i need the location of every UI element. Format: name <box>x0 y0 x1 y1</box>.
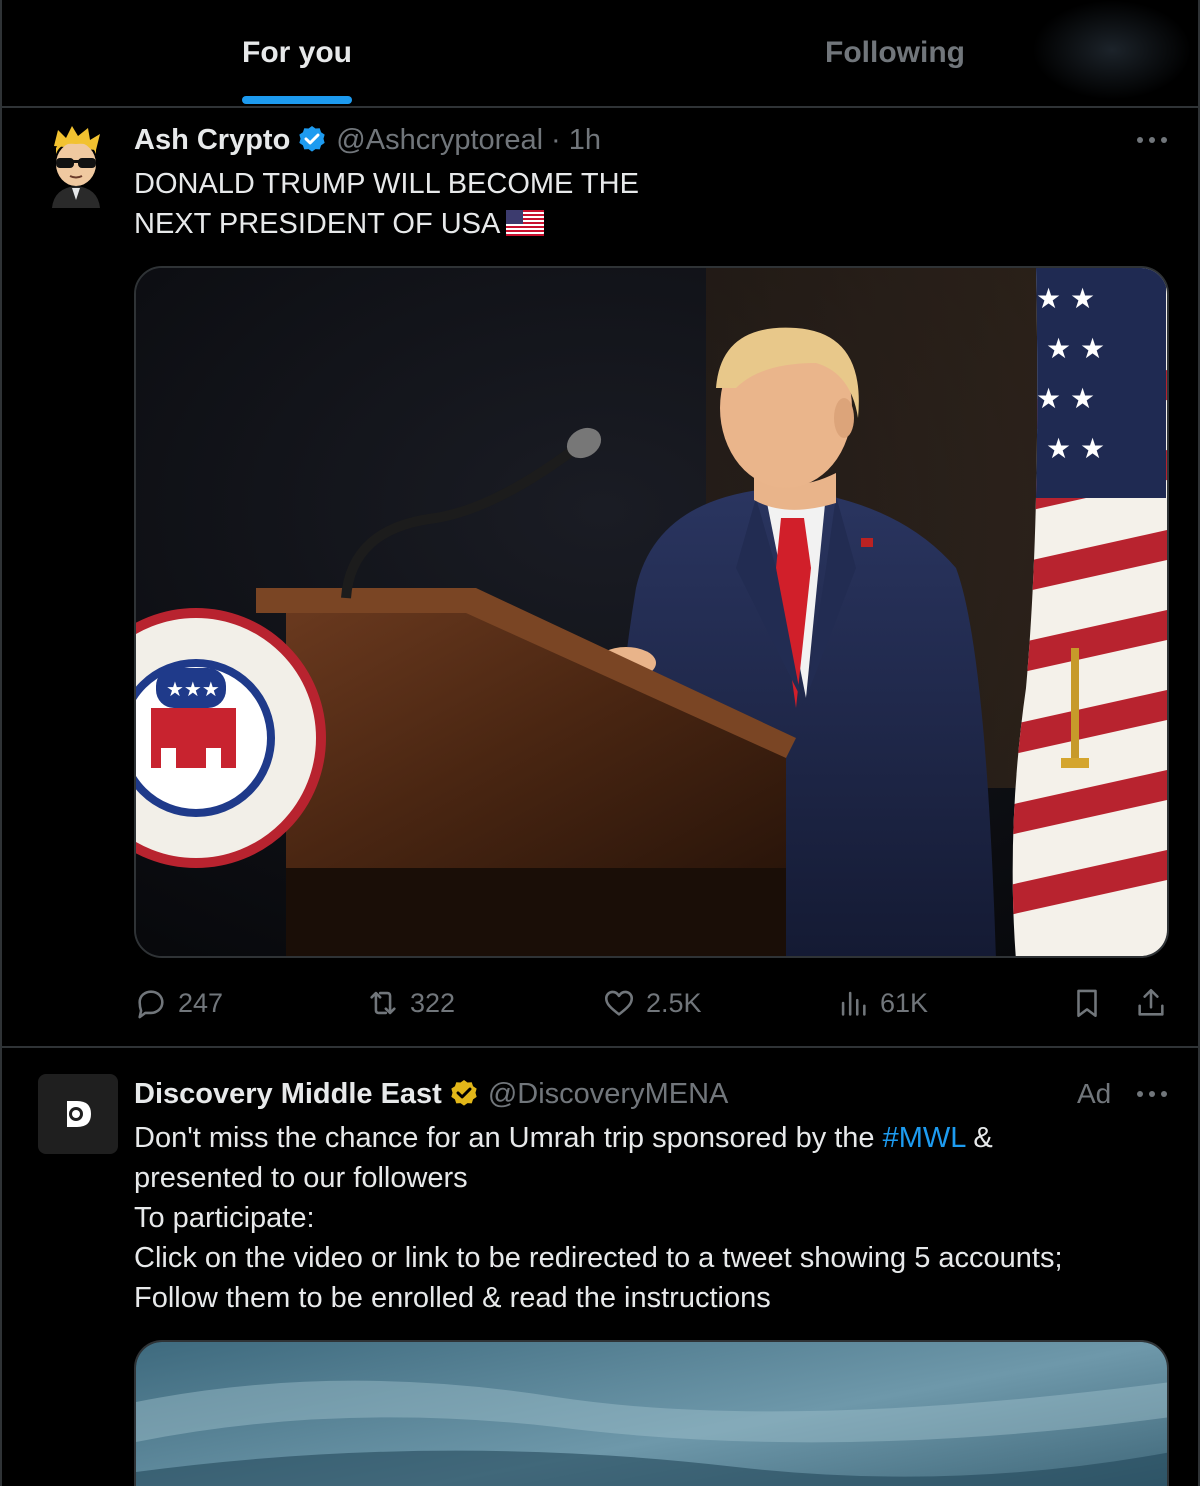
timeline-column: For you Following Ash Crypto @Ashcryptor… <box>0 0 1200 1486</box>
tweet-text-line: DONALD TRUMP WILL BECOME THE <box>134 168 639 200</box>
svg-text:★ ★: ★ ★ <box>1046 432 1105 465</box>
views-button[interactable]: 61K <box>836 981 928 1025</box>
repost-icon <box>370 991 396 1015</box>
sky-video-thumbnail <box>136 1342 1167 1486</box>
tweet-text-segment: NEXT PRESIDENT OF USA <box>134 208 501 240</box>
like-count: 2.5K <box>646 987 702 1018</box>
hashtag-link[interactable]: #MWL <box>883 1122 966 1154</box>
reply-count: 247 <box>178 987 224 1018</box>
tweet-photo[interactable]: ★ ★ ★ ★ ★ ★ ★ ★ ★★★ <box>134 266 1169 958</box>
author-handle[interactable]: @DiscoveryMENA <box>488 1078 729 1111</box>
tweet[interactable]: Ash Crypto @Ashcryptoreal · 1h DONALD TR… <box>2 108 1200 1048</box>
like-button[interactable]: 2.5K <box>602 981 702 1025</box>
tweet-text: Don't miss the chance for an Umrah trip … <box>134 1118 1174 1318</box>
svg-text:★ ★: ★ ★ <box>1046 332 1105 365</box>
share-button[interactable] <box>1134 981 1168 1025</box>
tweet-text-line: Click on the video or link to be redirec… <box>134 1242 1063 1274</box>
reply-icon <box>138 990 164 1019</box>
tweet-header: Discovery Middle East @DiscoveryMENA <box>134 1076 728 1112</box>
tweet-text-line: presented to our followers <box>134 1162 468 1194</box>
author-name[interactable]: Ash Crypto <box>134 124 290 157</box>
discovery-logo-icon <box>67 1101 91 1127</box>
verified-gold-badge-icon[interactable] <box>448 1078 480 1110</box>
tweet-text-segment: & <box>965 1122 993 1154</box>
tweet-video[interactable] <box>134 1340 1169 1486</box>
author-handle[interactable]: @Ashcryptoreal <box>336 124 543 157</box>
bookmark-icon <box>1077 989 1097 1018</box>
more-options-icon[interactable] <box>1132 1080 1172 1108</box>
photo-illustration: ★ ★ ★ ★ ★ ★ ★ ★ ★★★ <box>136 268 1167 956</box>
promoted-tweet[interactable]: Discovery Middle East @DiscoveryMENA Ad … <box>2 1050 1200 1486</box>
repost-count: 322 <box>410 987 456 1018</box>
more-options-icon[interactable] <box>1132 126 1172 154</box>
tweet-text-segment: Don't miss the chance for an Umrah trip … <box>134 1122 883 1154</box>
tweet-text: DONALD TRUMP WILL BECOME THE NEXT PRESID… <box>134 164 1134 244</box>
avatar[interactable] <box>38 1074 118 1154</box>
views-count: 61K <box>880 987 929 1018</box>
svg-text:★ ★: ★ ★ <box>1036 282 1095 315</box>
repost-button[interactable]: 322 <box>366 981 455 1025</box>
svg-text:★★★: ★★★ <box>166 677 220 701</box>
heart-icon <box>604 990 634 1016</box>
ad-label: Ad <box>1077 1078 1112 1109</box>
tweet-header: Ash Crypto @Ashcryptoreal · 1h <box>134 122 601 158</box>
tweet-actions: 247 322 2.5K 61K <box>134 981 1174 1025</box>
share-icon <box>1138 988 1164 1016</box>
timeline-tabs: For you Following <box>2 0 1200 108</box>
tweet-text-line: Follow them to be enrolled & read the in… <box>134 1282 771 1314</box>
tab-for-you[interactable]: For you <box>152 0 442 106</box>
separator-dot: · <box>551 123 561 156</box>
tweet-text-line: Don't miss the chance for an Umrah trip … <box>134 1118 1174 1158</box>
verified-badge-icon[interactable] <box>296 124 328 156</box>
svg-text:★ ★: ★ ★ <box>1036 382 1095 415</box>
tweet-text-line: To participate: <box>134 1202 315 1234</box>
us-flag-emoji-icon <box>506 210 545 236</box>
author-name[interactable]: Discovery Middle East <box>134 1078 442 1111</box>
tab-following[interactable]: Following <box>750 0 1040 106</box>
active-tab-indicator <box>242 96 352 104</box>
tweet-text-line: NEXT PRESIDENT OF USA <box>134 204 1134 244</box>
timestamp[interactable]: 1h <box>569 124 601 157</box>
header-blur <box>1032 0 1192 100</box>
bookmark-button[interactable] <box>1070 981 1104 1025</box>
views-bar-chart-icon <box>841 991 866 1016</box>
avatar[interactable] <box>44 124 108 208</box>
reply-button[interactable]: 247 <box>134 981 223 1025</box>
